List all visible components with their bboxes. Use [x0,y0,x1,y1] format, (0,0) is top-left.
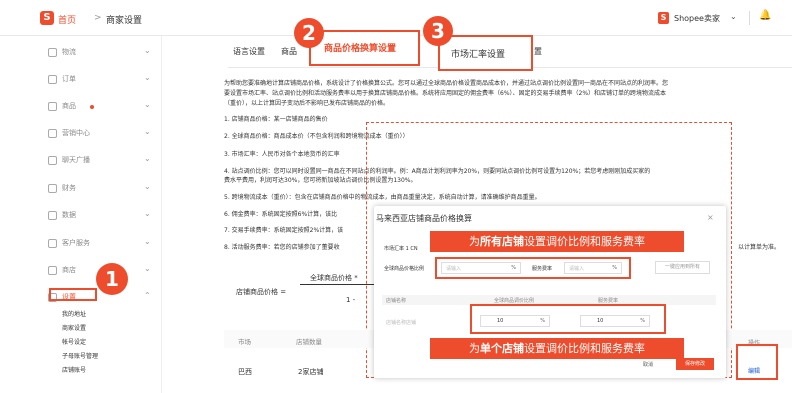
formula-denominator: 1 - [346,296,356,304]
modal-col-shop: 店铺名称 [386,298,407,304]
sidebar-subitem-shop-settings[interactable]: 商家设置 [62,323,86,332]
chevron-down-icon[interactable]: ⌄ [144,154,151,163]
note-8-tail: 以计算单为准。 [738,244,781,251]
note-6: 6. 佣金费率：系统固定按照6%计算，该比 [224,211,338,218]
cancel-button[interactable]: 取消 [643,361,653,368]
chevron-down-icon[interactable]: ⌄ [144,100,151,109]
sidebar-item-label: 订单 [62,75,76,83]
chevron-down-icon[interactable]: ⌄ [144,73,151,82]
data-icon [48,211,57,220]
tab-product[interactable]: 商品 [281,46,297,57]
logistics-icon [48,48,57,57]
col-market: 市场 [238,338,251,346]
chevron-down-icon[interactable]: ⌄ [144,237,151,246]
note-7: 7. 交易手续费率：系统固定按照2%计算，该 [224,227,344,234]
sidebar-item-label: 聊天广播 [62,156,90,164]
settings-highlight-box [49,288,97,301]
note-1: 1. 店铺商品价格：某一店铺商品的售价 [224,116,328,123]
tab-other[interactable]: 置 [534,46,542,57]
finance-icon [48,184,57,193]
modal-col-fee: 服务费率 [598,298,619,304]
sidebar-subitem-account[interactable]: 帐号设定 [62,337,86,346]
all-shops-highlight-box [435,257,631,279]
intro-line-1: 为帮助您要准确地计算店铺商品价格，系统设计了价格换算公式。您可以通过全球商品价格… [224,80,669,87]
customer-service-icon [48,239,57,248]
sidebar-item-customer-service[interactable]: 客户服务 ⌄ [48,235,158,255]
note-3: 3. 市场汇率：人民币对各个本地货币的汇率 [224,151,340,158]
modal-rate-label: 市场汇率 1 CN [384,246,418,252]
sidebar-item-products[interactable]: 商品 ⌄ [48,98,158,118]
sidebar-item-label: 物流 [62,48,76,56]
sidebar-item-label: 财务 [62,184,76,192]
sidebar-item-chat[interactable]: 聊天广播 ⌄ [48,152,158,172]
sidebar-subitem-shop-account[interactable]: 店铺账号 [62,365,86,374]
chat-icon [48,156,57,165]
breadcrumb-home[interactable]: 首页 [58,13,76,26]
formula-label: 店铺商品价格 = [236,288,287,296]
sidebar-subitem-subaccount[interactable]: 子母账号管理 [62,351,98,360]
step-3-marker: 3 [423,16,453,46]
sidebar-item-label: 数据 [62,211,76,219]
modal-col-ratio: 全球商品调价比例 [494,298,535,304]
seller-account-label[interactable]: Shopee卖家 [674,13,720,24]
note-8: 8. 活动服务费率：若您的店铺参加了董要收 [224,244,340,251]
sidebar-subitem-address[interactable]: 我的地址 [62,309,86,318]
tab-price-conversion[interactable]: 商品价格换算设置 [324,41,396,54]
single-shop-highlight-box [470,304,666,334]
save-button[interactable]: 保存修改 [676,358,714,370]
marketing-icon [48,129,57,138]
sidebar-item-marketing[interactable]: 营销中心 ⌄ [48,125,158,145]
row-market: 巴西 [238,368,252,376]
chevron-down-icon[interactable]: ⌄ [144,182,151,191]
shop-icon [48,266,57,275]
sidebar-item-logistics[interactable]: 物流 ⌄ [48,44,158,64]
new-badge-dot [90,105,94,109]
divider [749,11,750,25]
chevron-down-icon[interactable]: ⌄ [144,46,151,55]
banner-all-shops: 为所有店铺设置调价比例和服务费率 [430,231,684,252]
modal-row-shop: 店铺名称店铺 [386,320,417,326]
chevron-down-icon[interactable]: ⌄ [144,127,151,136]
row-shop-count: 2家店铺 [298,368,324,376]
bell-icon[interactable]: 🔔 [759,10,771,21]
sidebar-item-label: 客户服务 [62,239,90,247]
seller-logo-icon: S [658,12,669,24]
sidebar-item-label: 营销中心 [62,129,90,137]
chevron-up-icon[interactable]: ⌃ [144,291,151,300]
products-icon [48,102,57,111]
apply-all-button[interactable]: 一键应用到所有 [655,261,710,274]
modal-title: 马来西亚店铺商品价格换算 [376,214,472,223]
step-1-marker: 1 [96,263,128,295]
tab-exchange-rate[interactable]: 市场汇率设置 [451,47,505,60]
sidebar-item-data[interactable]: 数据 ⌄ [48,207,158,227]
intro-line-2: 要设置市场汇率、站点调价比例和活动服务费率以用于换算店铺商品价格。系统将应用固定… [224,90,667,97]
sidebar-item-finance[interactable]: 财务 ⌄ [48,180,158,200]
orders-icon [48,75,57,84]
col-shop-count: 店铺数量 [296,338,322,346]
chevron-down-icon[interactable]: ⌄ [730,12,737,21]
sidebar-item-label: 商品 [62,102,76,110]
formula-fraction-line [300,284,376,285]
chevron-down-icon[interactable]: ⌄ [144,209,151,218]
shopee-logo-icon[interactable]: S [40,11,54,25]
chevron-down-icon[interactable]: ⌄ [144,264,151,273]
banner-single-shop: 为单个店铺设置调价比例和服务费率 [430,338,684,359]
step-2-marker: 2 [294,18,324,48]
modal-ratio-label: 全球商品价格比例 [384,266,425,272]
edit-link[interactable]: 编辑 [748,366,760,375]
formula-numerator: 全球商品价格 * [310,274,358,282]
breadcrumb-current: 商家设置 [106,16,143,26]
breadcrumb-separator: > [94,13,102,23]
intro-line-3: （重价），以上计算因子变动后不影响已发布店铺商品的价格。 [224,100,390,107]
sidebar-item-label: 商店 [62,266,76,274]
sidebar-item-orders[interactable]: 订单 ⌄ [48,71,158,91]
close-icon[interactable]: × [707,213,714,222]
tab-language[interactable]: 语言设置 [233,46,265,57]
